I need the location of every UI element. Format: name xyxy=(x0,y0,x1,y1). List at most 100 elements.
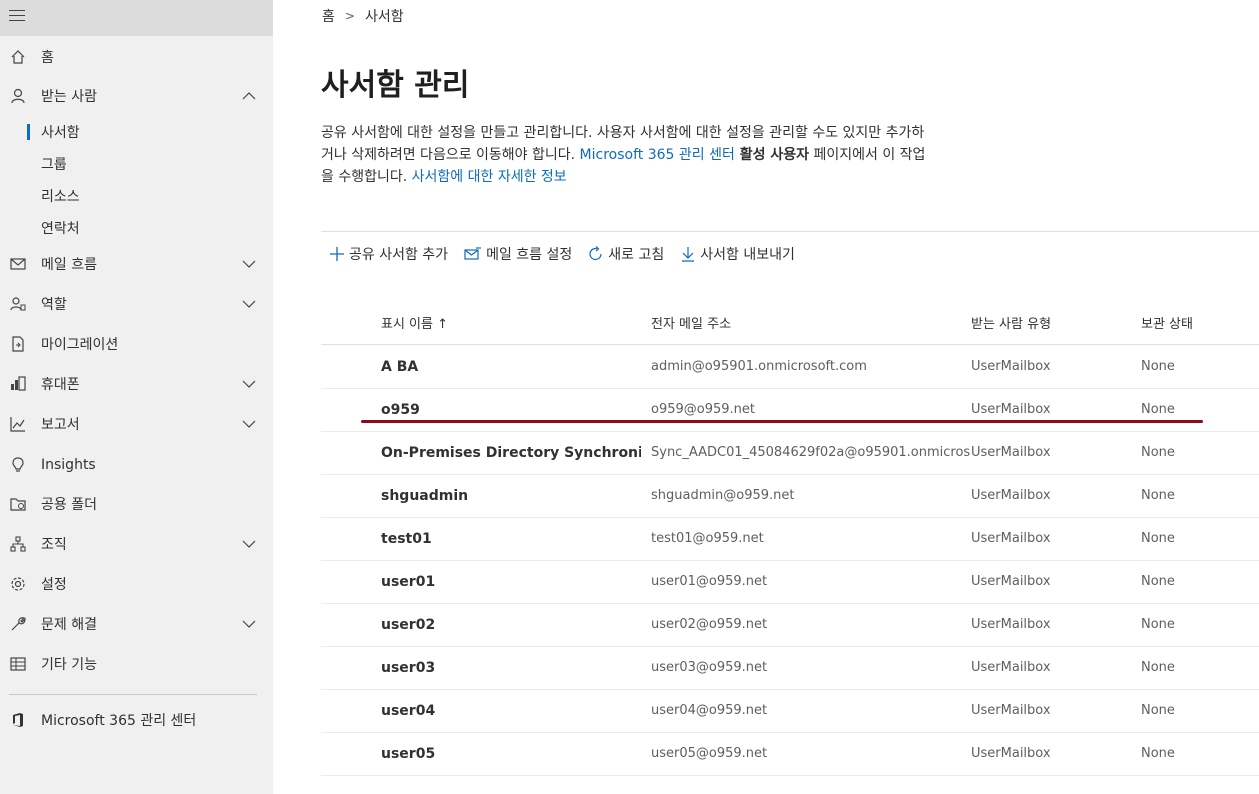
learn-more-link[interactable]: 사서함에 대한 자세한 정보 xyxy=(412,169,567,185)
column-header-email[interactable]: 전자 메일 주소 xyxy=(651,300,731,344)
cell-recipient-type: UserMailbox xyxy=(971,445,1051,460)
migration-icon xyxy=(9,335,27,353)
sidebar-item-label: 공용 폴더 xyxy=(41,497,97,513)
annotation-underline xyxy=(361,420,1203,423)
org-icon xyxy=(9,535,27,553)
cell-email: o959@o959.net xyxy=(651,402,755,417)
sidebar-divider xyxy=(9,694,257,695)
cell-hold-status: None xyxy=(1141,746,1175,761)
export-mailboxes-button[interactable]: 사서함 내보내기 xyxy=(680,244,795,264)
table-row[interactable]: user01 user01@o959.net UserMailbox None xyxy=(321,560,1259,604)
mail-flow-settings-button[interactable]: 메일 흐름 설정 xyxy=(464,244,572,264)
cell-email: test01@o959.net xyxy=(651,531,764,546)
cell-display-name: On-Premises Directory Synchronization Se… xyxy=(381,444,641,461)
main-content: 홈 > 사서함 사서함 관리 공유 사서함에 대한 설정을 만들고 관리합니다.… xyxy=(273,0,1259,794)
sidebar-item-troubleshoot[interactable]: 문제 해결 xyxy=(0,606,273,642)
cell-email: Sync_AADC01_45084629f02a@o95901.onmicros… xyxy=(651,445,971,460)
sidebar-item-recipients[interactable]: 받는 사람 xyxy=(0,78,273,114)
table-row[interactable]: o959 o959@o959.net UserMailbox None xyxy=(321,388,1259,432)
sidebar-item-reports[interactable]: 보고서 xyxy=(0,406,273,442)
sidebar-item-migration[interactable]: 마이그레이션 xyxy=(0,326,273,362)
cell-hold-status: None xyxy=(1141,617,1175,632)
plus-icon xyxy=(330,247,344,261)
refresh-button[interactable]: 새로 고침 xyxy=(588,244,664,264)
sidebar-item-settings[interactable]: 설정 xyxy=(0,566,273,602)
sidebar-item-m365-admin[interactable]: Microsoft 365 관리 센터 xyxy=(0,702,273,738)
table-row[interactable]: A BA admin@o95901.onmicrosoft.com UserMa… xyxy=(321,345,1259,389)
table-row[interactable]: On-Premises Directory Synchronization Se… xyxy=(321,431,1259,475)
chevron-down-icon[interactable] xyxy=(241,616,257,632)
sidebar-item-label: 메일 흐름 xyxy=(41,257,97,273)
table-row[interactable]: user03 user03@o959.net UserMailbox None xyxy=(321,646,1259,690)
cell-hold-status: None xyxy=(1141,402,1175,417)
button-label: 공유 사서함 추가 xyxy=(349,247,449,263)
sidebar-item-label: Microsoft 365 관리 센터 xyxy=(41,713,197,729)
sidebar-item-roles[interactable]: 역할 xyxy=(0,286,273,322)
download-icon xyxy=(682,247,695,262)
mobile-icon xyxy=(9,375,27,393)
sidebar-subitem-groups[interactable]: 그룹 xyxy=(41,150,67,178)
sidebar-subitem-contacts[interactable]: 연락처 xyxy=(41,214,80,242)
sidebar-item-home[interactable]: 홈 xyxy=(0,39,273,75)
sidebar-item-label: 휴대폰 xyxy=(41,377,80,393)
chevron-right-icon: > xyxy=(344,9,355,23)
hamburger-menu-icon[interactable] xyxy=(9,10,25,24)
cell-recipient-type: UserMailbox xyxy=(971,402,1051,417)
breadcrumb-home[interactable]: 홈 xyxy=(322,6,335,26)
cell-display-name: A BA xyxy=(381,358,419,375)
gear-icon xyxy=(9,575,27,593)
chevron-down-icon[interactable] xyxy=(241,536,257,552)
table-row[interactable]: test01 test01@o959.net UserMailbox None xyxy=(321,517,1259,561)
cell-email: user01@o959.net xyxy=(651,574,768,589)
cell-recipient-type: UserMailbox xyxy=(971,617,1051,632)
add-shared-mailbox-button[interactable]: 공유 사서함 추가 xyxy=(329,244,448,264)
sidebar-item-label: 설정 xyxy=(41,577,67,593)
m365-admin-link[interactable]: Microsoft 365 관리 센터 xyxy=(580,147,735,163)
cell-email: user02@o959.net xyxy=(651,617,768,632)
button-label: 메일 흐름 설정 xyxy=(486,247,573,263)
chevron-down-icon[interactable] xyxy=(241,296,257,312)
sidebar-item-label: 문제 해결 xyxy=(41,617,97,633)
sidebar-subitem-mailboxes[interactable]: 사서함 xyxy=(41,118,80,146)
table-row[interactable]: shguadmin shguadmin@o959.net UserMailbox… xyxy=(321,474,1259,518)
chevron-up-icon[interactable] xyxy=(241,88,257,104)
column-header-hold-status[interactable]: 보관 상태 xyxy=(1141,300,1193,344)
button-label: 사서함 내보내기 xyxy=(700,247,795,263)
section-divider xyxy=(321,231,1259,232)
sidebar-item-mobile[interactable]: 휴대폰 xyxy=(0,366,273,402)
cell-email: user05@o959.net xyxy=(651,746,768,761)
sidebar-item-insights[interactable]: Insights xyxy=(0,447,273,483)
sidebar-item-mail-flow[interactable]: 메일 흐름 xyxy=(0,246,273,282)
column-header-display-name[interactable]: 표시 이름 ↑ xyxy=(381,300,448,344)
sidebar-item-organization[interactable]: 조직 xyxy=(0,526,273,562)
chevron-down-icon[interactable] xyxy=(241,376,257,392)
cell-display-name: user05 xyxy=(381,745,436,762)
column-header-recipient-type[interactable]: 받는 사람 유형 xyxy=(971,300,1051,344)
cell-display-name: user04 xyxy=(381,702,436,719)
desc-bold: 활성 사용자 xyxy=(734,147,810,163)
sidebar-item-label: 홈 xyxy=(41,50,54,66)
cell-display-name: user03 xyxy=(381,659,436,676)
chevron-down-icon[interactable] xyxy=(241,416,257,432)
cell-email: shguadmin@o959.net xyxy=(651,488,795,503)
sidebar-subitem-resources[interactable]: 리소스 xyxy=(41,182,80,210)
table-row[interactable]: user02 user02@o959.net UserMailbox None xyxy=(321,603,1259,647)
chevron-down-icon[interactable] xyxy=(241,256,257,272)
page-description: 공유 사서함에 대한 설정을 만들고 관리합니다. 사용자 사서함에 대한 설정… xyxy=(321,122,936,188)
breadcrumb: 홈 > 사서함 xyxy=(322,6,404,26)
sidebar-item-label: 받는 사람 xyxy=(41,89,97,105)
sidebar-item-public-folders[interactable]: 공용 폴더 xyxy=(0,486,273,522)
role-icon xyxy=(9,295,27,313)
sidebar-item-label: Insights xyxy=(41,457,96,473)
table-row[interactable]: user04 user04@o959.net UserMailbox None xyxy=(321,689,1259,733)
cell-hold-status: None xyxy=(1141,660,1175,675)
table-icon xyxy=(9,655,27,673)
sidebar-item-other-features[interactable]: 기타 기능 xyxy=(0,646,273,682)
cell-email: user03@o959.net xyxy=(651,660,768,675)
lightbulb-icon xyxy=(9,456,27,474)
cell-recipient-type: UserMailbox xyxy=(971,574,1051,589)
refresh-icon xyxy=(589,246,602,261)
table-row[interactable]: user05 user05@o959.net UserMailbox None xyxy=(321,732,1259,776)
home-icon xyxy=(9,48,27,66)
page-title: 사서함 관리 xyxy=(321,68,470,103)
